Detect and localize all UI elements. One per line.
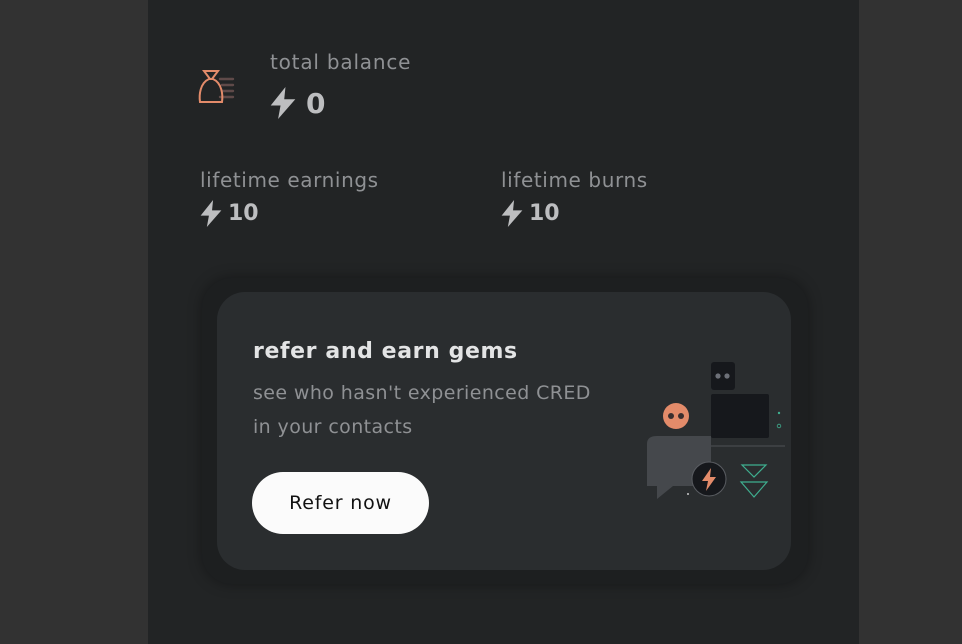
refer-card: refer and earn gems see who hasn't exper… xyxy=(217,292,791,570)
lightning-icon xyxy=(270,87,296,119)
refer-card-description-line-2: in your contacts xyxy=(253,416,413,438)
lifetime-earnings-label: lifetime earnings xyxy=(200,168,379,192)
lifetime-burns-value: 10 xyxy=(501,200,648,227)
lightning-icon xyxy=(200,200,222,227)
rewards-panel: total balance 0 lifetime earnings 10 lif… xyxy=(148,0,859,644)
total-balance-label: total balance xyxy=(270,50,412,74)
referral-people-illustration xyxy=(647,362,785,499)
lifetime-burns-amount: 10 xyxy=(529,201,560,226)
lifetime-earnings-value: 10 xyxy=(200,200,379,227)
refer-card-description-line-1: see who hasn't experienced CRED xyxy=(253,382,591,404)
lightning-icon xyxy=(501,200,523,227)
lifetime-earnings: lifetime earnings 10 xyxy=(200,168,379,227)
lifetime-earnings-amount: 10 xyxy=(228,201,259,226)
lifetime-burns-label: lifetime burns xyxy=(501,168,648,192)
total-balance-value: 0 xyxy=(270,85,325,121)
refer-card-title: refer and earn gems xyxy=(253,339,518,364)
refer-now-button[interactable]: Refer now xyxy=(252,472,429,534)
money-bag-icon xyxy=(198,70,235,103)
lifetime-burns: lifetime burns 10 xyxy=(501,168,648,227)
refer-card-description: see who hasn't experienced CRED in your … xyxy=(253,376,653,444)
total-balance-amount: 0 xyxy=(306,86,326,120)
